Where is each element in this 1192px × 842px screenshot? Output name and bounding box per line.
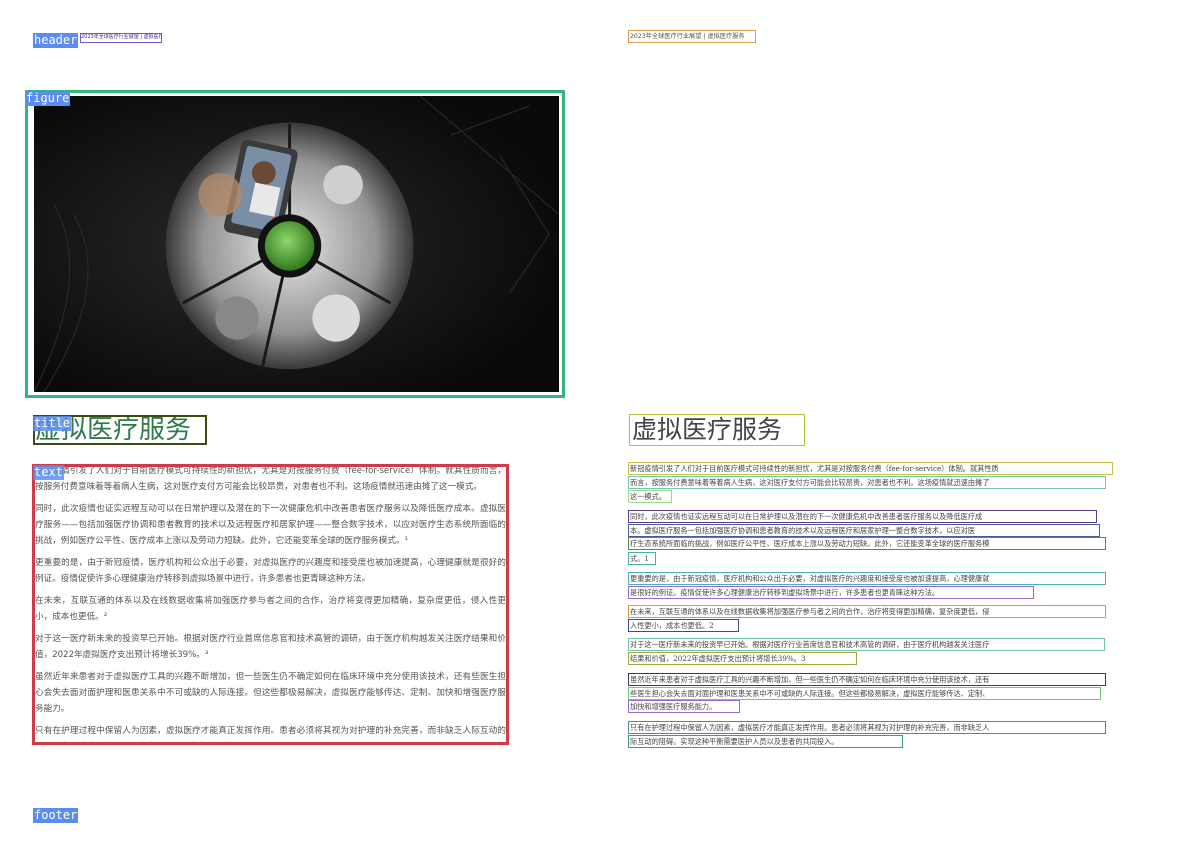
left-header-text: 2023年全球医疗行业展望 | 虚拟医疗服务 xyxy=(80,33,162,43)
right-header-text: 2023年全球医疗行业展望 | 虚拟医疗服务 xyxy=(628,30,756,43)
right-line-13: 结果和价值，2022年虚拟医疗支出预计将增长39%。3 xyxy=(628,652,857,665)
left-paragraph-3: 更重要的是，由于新冠疫情，医疗机构和公众出于必要，对虚拟医疗的兴趣度和接受度也被… xyxy=(35,558,506,584)
right-line-5: 本。虚拟医疗服务一包括加强医疗协调和患者教育的技术以及远程医疗和居家护理一整合数… xyxy=(628,524,1100,537)
left-paragraph-2: 同时，此次疫情也证实远程互动可以在日常护理以及潜在的下一次健康危机中改善患者医疗… xyxy=(35,504,506,546)
right-line-4: 同时，此次疫情也证实远程互动可以在日常护理以及潜在的下一次健康危机中改善患者医疗… xyxy=(628,510,1097,523)
footer-region-label: footer xyxy=(33,808,79,823)
right-line-8: 更重要的是，由于新冠疫情，医疗机构和公众出于必要，对虚拟医疗的兴趣度和接受度也被… xyxy=(628,572,1106,585)
left-paragraph-1: 新冠疫情引发了人们对于目前医疗模式可持续性的新担忧，尤其是对按服务付费（fee-… xyxy=(35,466,506,492)
right-line-9: 是很好的例证。疫情促使许多心理健康治疗转移到虚拟场景中进行，许多患者也更青睐这种… xyxy=(628,586,1034,599)
right-line-6: 疗生态系统所面临的挑战，例如医疗公平性、医疗成本上涨以及劳动力短缺。此外，它还能… xyxy=(628,537,1106,550)
figure-region-label: figure xyxy=(25,91,71,106)
right-line-2: 而言，按服务付费意味着等着病人生病，这对医疗支付方可能会比较昂贵，对患者也不利。… xyxy=(628,476,1106,489)
left-paragraph-6: 虽然近年来患者对于虚拟医疗工具的兴趣不断增加，但一些医生仍不确定如何在临床环境中… xyxy=(35,672,506,714)
left-paragraph-5: 对于这一医疗新未来的投资早已开始。根据对医疗行业首席信息官和技术高管的调研，由于… xyxy=(35,634,506,660)
right-line-14: 虽然近年来患者对于虚拟医疗工具的兴趣不断增加，但一些医生仍不确定如何在临床环境中… xyxy=(628,673,1106,686)
figure-region xyxy=(25,90,565,398)
right-line-17: 只有在护理过程中保留人为因素，虚拟医疗才能真正发挥作用。患者必须将其视为对护理的… xyxy=(628,721,1106,734)
right-line-11: 入性更小，成本也更低。2 xyxy=(628,619,739,632)
title-region-label: title xyxy=(33,416,72,431)
figure-image xyxy=(34,96,559,392)
right-line-18: 际互动的阻碍。实现这种平衡需要医护人员以及患者的共同投入。 xyxy=(628,735,903,748)
header-region-label: header xyxy=(33,33,79,48)
left-text-block: 新冠疫情引发了人们对于目前医疗模式可持续性的新担忧，尤其是对按服务付费（fee-… xyxy=(32,464,509,745)
virtual-care-collage-illustration xyxy=(34,96,559,392)
left-paragraph-7: 只有在护理过程中保留人为因素，虚拟医疗才能真正发挥作用。患者必须将其视为对护理的… xyxy=(35,726,506,736)
left-paragraph-4: 在未来，互联互通的体系以及在线数据收集将加强医疗参与者之间的合作，治疗将变得更加… xyxy=(35,596,506,622)
right-line-10: 在未来，互联互通的体系以及在线数据收集将加强医疗参与者之间的合作，治疗将变得更加… xyxy=(628,605,1106,618)
right-line-15: 些医生担心会失去面对面护理和医患关系中不可或缺的人际连接。但这些都极易解决，虚拟… xyxy=(628,687,1101,700)
right-line-16: 加快和增强医疗服务能力。 xyxy=(628,700,740,713)
right-line-12: 对于这一医疗新未来的投资早已开始。根据对医疗行业首席信息官和技术高管的调研，由于… xyxy=(628,638,1105,651)
text-region-label: text xyxy=(33,465,64,480)
right-line-1: 新冠疫情引发了人们对于目前医疗模式可持续性的新担忧，尤其是对按服务付费（fee-… xyxy=(628,462,1113,475)
right-line-7: 式。1 xyxy=(628,552,656,565)
right-line-3: 这一模式。 xyxy=(628,490,672,503)
right-page-title: 虚拟医疗服务 xyxy=(629,414,805,446)
